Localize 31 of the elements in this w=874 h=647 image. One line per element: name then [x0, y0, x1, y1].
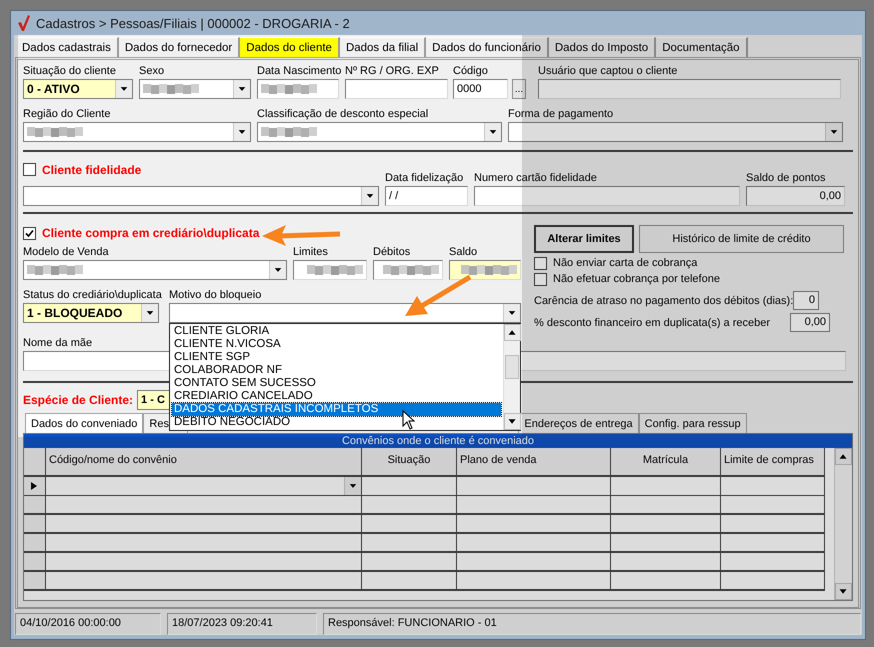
- field-label: Saldo: [449, 245, 478, 260]
- field-label: Nome da mãe: [23, 336, 92, 351]
- field-label: Numero cartão fidelidade: [474, 171, 597, 186]
- field-label: Situação do cliente: [23, 64, 116, 79]
- checkbox-label: Cliente compra em crediário\duplicata: [42, 226, 260, 240]
- field-label: Sexo: [139, 64, 164, 79]
- checkbox-label: Não efetuar cobrança por telefone: [553, 273, 720, 285]
- field-label: Região do Cliente: [23, 107, 110, 122]
- field-label: Débitos: [373, 245, 410, 260]
- field-label: Usuário que captou o cliente: [538, 64, 678, 79]
- checkbox-label: Não enviar carta de cobrança: [553, 257, 698, 269]
- status-text: 04/10/2016 00:00:00: [15, 613, 161, 635]
- field-label: Carência de atraso no pagamento dos débitos (dias):: [534, 294, 794, 306]
- status-text: Responsável: FUNCIONARIO - 01: [323, 613, 861, 635]
- field-label: Código: [453, 64, 488, 79]
- window-title: Cadastros > Pessoas/Filiais | 000002 - DROGARIA - 2: [36, 16, 350, 30]
- field-label: Data fidelização: [385, 171, 464, 186]
- field-label: Nº RG / ORG. EXP: [345, 64, 439, 79]
- field-label: Motivo do bloqueio: [169, 288, 262, 303]
- field-label: Limites: [293, 245, 328, 260]
- checkbox-label: Cliente fidelidade: [42, 162, 142, 176]
- status-text: 18/07/2023 09:20:41: [167, 613, 317, 635]
- field-label: Saldo de pontos: [746, 171, 826, 186]
- field-label: Modelo de Venda: [23, 245, 109, 260]
- field-label: % desconto financeiro em duplicata(s) a receber: [534, 316, 770, 328]
- grid-title: Convênios onde o cliente é conveniado: [24, 434, 852, 448]
- field-label: Classificação de desconto especial: [257, 107, 428, 122]
- field-label: Espécie de Cliente:: [23, 393, 134, 407]
- field-label: Data Nascimento: [257, 64, 342, 79]
- field-label: Status do crediário\duplicata: [23, 288, 162, 303]
- field-label: Forma de pagamento: [508, 107, 614, 122]
